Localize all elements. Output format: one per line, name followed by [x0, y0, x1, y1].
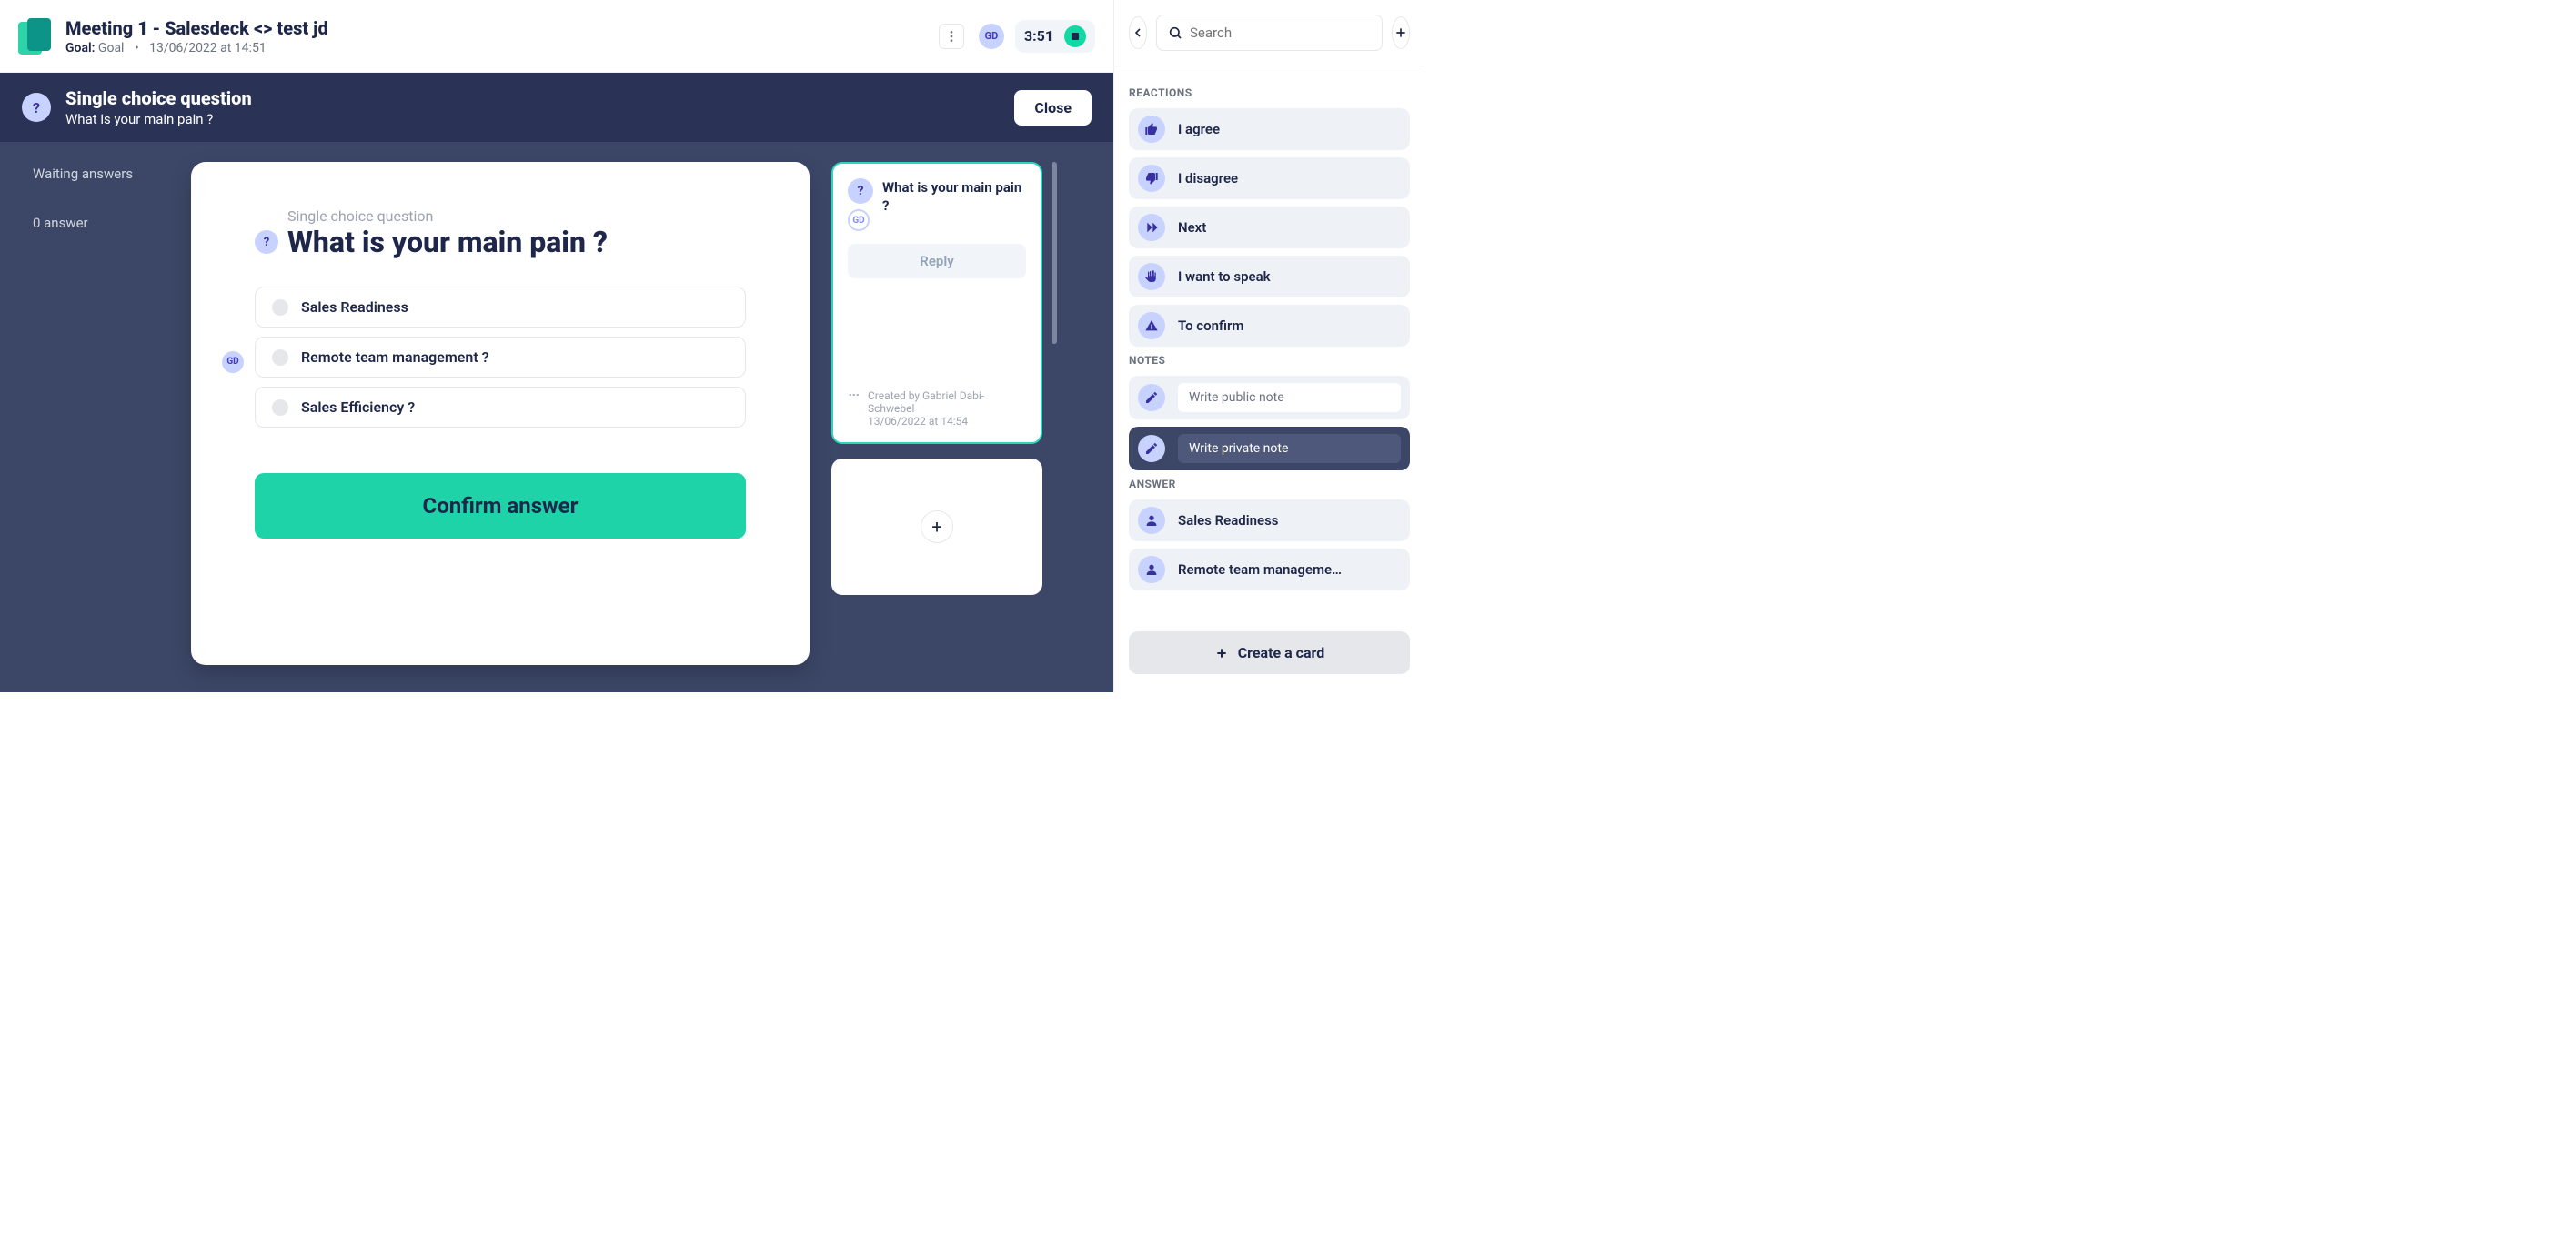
answer-item-1[interactable]: Remote team manageme…: [1129, 549, 1410, 590]
question-icon: ?: [22, 93, 51, 122]
pencil-icon: [1138, 384, 1165, 411]
author-avatar: GD: [848, 209, 870, 231]
search-field[interactable]: [1156, 15, 1383, 51]
card-question: What is your main pain ?: [287, 225, 608, 259]
stop-timer-button[interactable]: [1064, 25, 1086, 47]
private-note-item[interactable]: Write private note: [1129, 427, 1410, 470]
answer-count-label: 0 answer: [33, 215, 169, 231]
confirm-answer-button[interactable]: Confirm answer: [255, 473, 746, 539]
reaction-next[interactable]: Next: [1129, 207, 1410, 248]
reaction-disagree[interactable]: I disagree: [1129, 157, 1410, 199]
private-note-input[interactable]: Write private note: [1178, 434, 1401, 463]
person-icon: [1138, 507, 1165, 534]
search-input[interactable]: [1190, 25, 1371, 41]
create-card-button[interactable]: Create a card: [1129, 631, 1410, 674]
option-2[interactable]: Sales Efficiency ?: [255, 387, 746, 428]
reaction-speak[interactable]: I want to speak: [1129, 256, 1410, 297]
answer-item-0[interactable]: Sales Readiness: [1129, 499, 1410, 541]
option-1[interactable]: Remote team management ?: [255, 337, 746, 378]
reaction-confirm[interactable]: To confirm: [1129, 305, 1410, 347]
reaction-agree[interactable]: I agree: [1129, 108, 1410, 150]
warn-icon: [1138, 312, 1165, 339]
public-note-item[interactable]: Write public note: [1129, 376, 1410, 419]
feed-question-text: What is your main pain ?: [882, 178, 1026, 216]
close-button[interactable]: Close: [1014, 90, 1092, 126]
question-banner: ? Single choice question What is your ma…: [0, 73, 1113, 142]
back-button[interactable]: [1129, 16, 1147, 49]
pencil-icon: [1138, 435, 1165, 462]
question-icon: ?: [255, 230, 278, 254]
question-icon: ?: [848, 178, 873, 204]
person-icon: [1138, 556, 1165, 583]
meeting-subtitle: Goal: Goal • 13/06/2022 at 14:51: [65, 41, 924, 55]
timer-value: 3:51: [1024, 27, 1053, 45]
banner-subtitle: What is your main pain ?: [65, 111, 1000, 127]
banner-title: Single choice question: [65, 87, 1000, 109]
waiting-answers-label: Waiting answers: [33, 166, 169, 182]
section-answer: ANSWER: [1129, 478, 1410, 490]
thumb-up-icon: [1138, 116, 1165, 143]
section-notes: NOTES: [1129, 354, 1410, 367]
feed-question-card[interactable]: ? GD What is your main pain ? Reply ⋮ Cr…: [831, 162, 1042, 444]
meeting-menu-button[interactable]: [939, 24, 964, 49]
timer-pill: 3:51: [1015, 20, 1095, 53]
add-card-slot: +: [831, 459, 1042, 595]
radio-icon: [272, 399, 288, 416]
section-reactions: REACTIONS: [1129, 86, 1410, 99]
question-card: Single choice question ? What is your ma…: [191, 162, 810, 665]
feed-card-menu[interactable]: ⋮: [848, 389, 860, 400]
reply-button[interactable]: Reply: [848, 244, 1026, 278]
public-note-input[interactable]: Write public note: [1178, 383, 1401, 412]
search-icon: [1168, 25, 1182, 40]
add-button[interactable]: [1392, 16, 1410, 49]
meeting-title: Meeting 1 - Salesdeck <> test jd: [65, 17, 924, 39]
app-header: Meeting 1 - Salesdeck <> test jd Goal: G…: [0, 0, 1113, 73]
radio-icon: [272, 299, 288, 316]
card-type-label: Single choice question: [287, 207, 746, 225]
feed-scrollbar[interactable]: [1052, 162, 1057, 665]
thumb-down-icon: [1138, 165, 1165, 192]
voter-avatar: GD: [222, 351, 244, 373]
next-icon: [1138, 214, 1165, 241]
actions-sidebar: REACTIONS I agree I disagree Next I want…: [1113, 0, 1424, 692]
app-logo: [18, 18, 51, 55]
created-by-label: Created by Gabriel Dabi-Schwebel: [868, 389, 1026, 415]
hand-icon: [1138, 263, 1165, 290]
add-card-button[interactable]: +: [921, 510, 953, 543]
status-panel: Waiting answers 0 answer: [33, 162, 169, 665]
radio-icon: [272, 349, 288, 366]
option-0[interactable]: Sales Readiness: [255, 287, 746, 328]
created-at-label: 13/06/2022 at 14:54: [868, 415, 1026, 428]
plus-icon: [1214, 646, 1229, 660]
participant-avatar[interactable]: GD: [979, 24, 1004, 49]
